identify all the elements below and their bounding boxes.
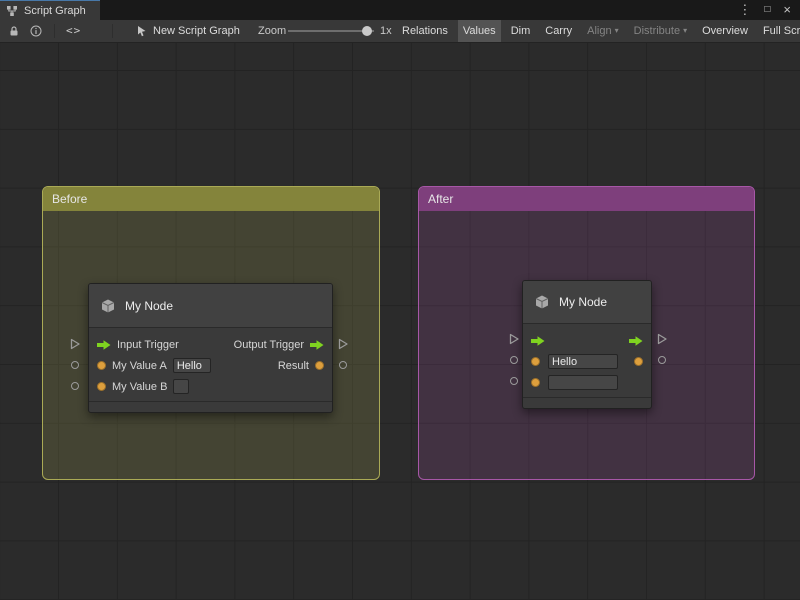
node-my-node-before[interactable]: My Node Input Trigger Output Trigger	[88, 283, 333, 413]
my-value-a-label: My Value A	[112, 360, 167, 372]
node-footer	[523, 397, 651, 408]
distribute-button-label: Distribute	[634, 20, 680, 42]
result-label: Result	[278, 360, 309, 372]
value-a-port-icon[interactable]	[97, 361, 106, 370]
fullscreen-button[interactable]: Full Scr	[758, 20, 800, 42]
tab-bar: Script Graph ⋮ □ ×	[0, 0, 800, 20]
flow-input-port-icon[interactable]	[531, 336, 545, 346]
relations-button[interactable]: Relations	[397, 20, 453, 42]
info-icon[interactable]	[30, 25, 42, 37]
external-value-port-icon[interactable]	[510, 377, 518, 385]
relations-button-label: Relations	[402, 20, 448, 42]
window-controls: ⋮ □ ×	[738, 0, 800, 20]
zoom-label: Zoom	[258, 25, 286, 37]
carry-button-label: Carry	[545, 20, 572, 42]
graph-asset-icon	[136, 25, 148, 37]
external-value-port-icon[interactable]	[658, 356, 666, 364]
tab-title: Script Graph	[24, 5, 86, 17]
maximize-icon[interactable]: □	[764, 0, 770, 20]
close-icon[interactable]: ×	[783, 0, 791, 20]
zoom-value: 1x	[380, 25, 392, 37]
lock-icon[interactable]	[8, 25, 20, 37]
node-my-node-after[interactable]: My Node	[522, 280, 652, 409]
value-b-input[interactable]	[173, 379, 189, 394]
flow-output-port-icon[interactable]	[310, 340, 324, 350]
my-value-b-label: My Value B	[112, 381, 167, 393]
overview-button-label: Overview	[702, 20, 748, 42]
tab-script-graph[interactable]: Script Graph	[0, 0, 100, 20]
carry-button[interactable]: Carry	[540, 20, 577, 42]
toolbar-buttons: Relations Values Dim Carry Align▾ Distri…	[397, 20, 800, 42]
flow-input-port-icon[interactable]	[97, 340, 111, 350]
zoom-slider[interactable]	[288, 20, 374, 42]
chevron-down-icon: ▾	[683, 20, 687, 42]
external-flow-port-icon[interactable]	[508, 333, 520, 345]
align-button-label: Align	[587, 20, 611, 42]
code-view-icon[interactable]: <>	[66, 24, 81, 37]
result-port-icon[interactable]	[315, 361, 324, 370]
node-after-header[interactable]: My Node	[523, 281, 651, 324]
value-a-port-icon[interactable]	[531, 357, 540, 366]
toolbar-separator	[54, 24, 55, 38]
external-flow-port-icon[interactable]	[337, 338, 349, 350]
node-icon	[99, 297, 117, 315]
flow-output-port-icon[interactable]	[629, 336, 643, 346]
node-after-ports	[523, 324, 651, 397]
graph-breadcrumb[interactable]: New Script Graph	[153, 25, 240, 37]
zoom-slider-knob[interactable]	[362, 26, 372, 36]
node-row-value-b	[523, 372, 651, 393]
value-b-port-icon[interactable]	[531, 378, 540, 387]
overview-button[interactable]: Overview	[697, 20, 753, 42]
values-button-label: Values	[463, 20, 496, 42]
node-row-triggers: Input Trigger Output Trigger	[89, 334, 332, 355]
toolbar-separator	[112, 24, 113, 38]
external-value-port-icon[interactable]	[71, 361, 79, 369]
value-a-input[interactable]	[173, 358, 211, 373]
value-b-port-icon[interactable]	[97, 382, 106, 391]
node-row-value-a	[523, 351, 651, 372]
node-title: My Node	[559, 295, 607, 309]
group-before-title: Before	[52, 192, 87, 206]
node-icon	[533, 293, 551, 311]
node-row-triggers	[523, 330, 651, 351]
distribute-button[interactable]: Distribute▾	[629, 20, 692, 42]
node-before-ports: Input Trigger Output Trigger My Value A …	[89, 328, 332, 401]
external-value-port-icon[interactable]	[510, 356, 518, 364]
output-trigger-label: Output Trigger	[234, 339, 304, 351]
value-a-input[interactable]	[548, 354, 618, 369]
node-before-header[interactable]: My Node	[89, 284, 332, 328]
fullscreen-button-label: Full Scr	[763, 20, 800, 42]
group-after-title: After	[428, 192, 453, 206]
align-button[interactable]: Align▾	[582, 20, 623, 42]
graph-canvas[interactable]: Before After My Node	[0, 43, 800, 600]
external-value-port-icon[interactable]	[339, 361, 347, 369]
external-flow-port-icon[interactable]	[69, 338, 81, 350]
node-title: My Node	[125, 299, 173, 313]
group-after-header[interactable]: After	[419, 187, 754, 211]
values-button[interactable]: Values	[458, 20, 501, 42]
script-graph-icon	[6, 5, 18, 17]
node-row-value-a: My Value A Result	[89, 355, 332, 376]
more-menu-icon[interactable]: ⋮	[738, 0, 751, 20]
unity-window: Script Graph ⋮ □ × <>	[0, 0, 800, 600]
external-value-port-icon[interactable]	[71, 382, 79, 390]
node-row-value-b: My Value B	[89, 376, 332, 397]
input-trigger-label: Input Trigger	[117, 339, 179, 351]
chevron-down-icon: ▾	[615, 20, 619, 42]
result-port-icon[interactable]	[634, 357, 643, 366]
dim-button-label: Dim	[511, 20, 531, 42]
dim-button[interactable]: Dim	[506, 20, 536, 42]
group-before-header[interactable]: Before	[43, 187, 379, 211]
node-footer	[89, 401, 332, 412]
external-flow-port-icon[interactable]	[656, 333, 668, 345]
graph-toolbar: <> New Script Graph Zoom 1x Relations Va…	[0, 20, 800, 43]
value-b-input[interactable]	[548, 375, 618, 390]
